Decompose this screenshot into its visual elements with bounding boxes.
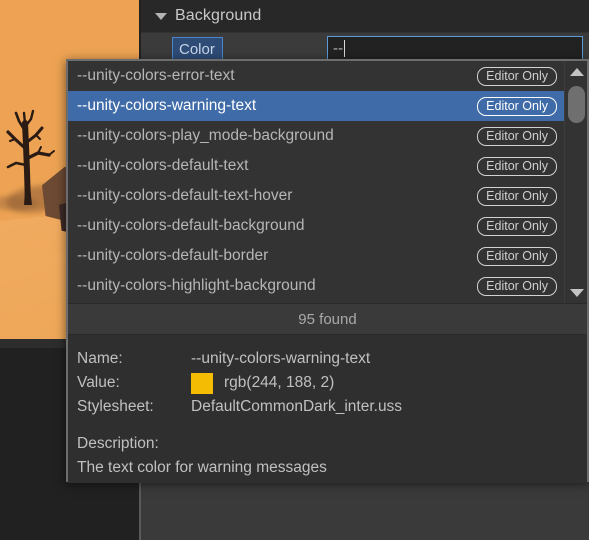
text-caret [344, 40, 345, 57]
list-item-label: --unity-colors-play_mode-background [77, 127, 334, 144]
color-swatch-icon [191, 372, 213, 394]
list-item[interactable]: --unity-colors-error-text Editor Only [68, 61, 564, 91]
color-variable-input-text: -- [333, 40, 343, 57]
detail-description-value: The text color for warning messages [77, 459, 327, 476]
list-item-label: --unity-colors-default-text-hover [77, 187, 293, 204]
background-foldout-label: Background [175, 7, 262, 24]
list-item[interactable]: --unity-colors-default-text-hover Editor… [68, 181, 564, 211]
scroll-up-button[interactable] [565, 63, 587, 80]
detail-row-name: Name: --unity-colors-warning-text [77, 347, 587, 371]
detail-value-wrapper: rgb(244, 188, 2) [191, 372, 335, 394]
color-variable-input[interactable]: -- [327, 36, 583, 61]
scene-dead-tree [2, 105, 60, 205]
detail-name-key: Name: [77, 350, 123, 367]
list-item-label: --unity-colors-default-background [77, 217, 305, 234]
variable-list-scrollbar[interactable] [564, 61, 587, 303]
editor-only-badge: Editor Only [477, 216, 557, 236]
results-count-bar: 95 found [68, 303, 587, 335]
variable-list-scroll: --unity-colors-error-text Editor Only --… [68, 61, 564, 303]
results-count-label: 95 found [298, 310, 357, 328]
chevron-down-icon[interactable] [155, 12, 167, 20]
editor-window: Background Color -- --unity-colors-error… [0, 0, 589, 540]
detail-stylesheet-key: Stylesheet: [77, 398, 154, 415]
list-item[interactable]: --unity-colors-default-text Editor Only [68, 151, 564, 181]
variable-picker-popup[interactable]: --unity-colors-error-text Editor Only --… [66, 59, 589, 483]
list-item[interactable]: --unity-colors-warning-text Editor Only [68, 91, 564, 121]
list-item[interactable]: --unity-colors-default-border Editor Onl… [68, 241, 564, 271]
detail-value-text: rgb(244, 188, 2) [224, 374, 335, 391]
variable-list[interactable]: --unity-colors-error-text Editor Only --… [68, 61, 587, 303]
editor-only-badge: Editor Only [477, 156, 557, 176]
detail-row-stylesheet: Stylesheet: DefaultCommonDark_inter.uss [77, 395, 587, 419]
list-item-label: --unity-colors-error-text [77, 67, 235, 84]
scroll-down-button[interactable] [565, 284, 587, 301]
detail-row-value: Value: rgb(244, 188, 2) [77, 371, 587, 395]
editor-only-badge: Editor Only [477, 276, 557, 296]
triangle-up-icon [569, 67, 584, 76]
list-item-label: --unity-colors-default-text [77, 157, 249, 174]
list-item[interactable]: --unity-colors-play_mode-background Edit… [68, 121, 564, 151]
list-item-label: --unity-colors-warning-text [77, 97, 257, 114]
inspector-background-section: Background Color -- [141, 0, 589, 64]
triangle-down-icon [569, 288, 584, 297]
editor-only-badge: Editor Only [477, 96, 557, 116]
editor-only-badge: Editor Only [477, 126, 557, 146]
detail-name-value: --unity-colors-warning-text [191, 350, 371, 367]
editor-only-badge: Editor Only [477, 186, 557, 206]
list-item-label: --unity-colors-highlight-background [77, 277, 316, 294]
detail-stylesheet-value: DefaultCommonDark_inter.uss [191, 398, 403, 415]
list-item[interactable]: --unity-colors-default-background Editor… [68, 211, 564, 241]
variable-details-panel: Name: --unity-colors-warning-text Value:… [68, 335, 587, 483]
detail-spacer [77, 419, 587, 435]
scrollbar-thumb[interactable] [568, 86, 585, 123]
editor-only-badge: Editor Only [477, 246, 557, 266]
background-foldout-header[interactable]: Background [141, 0, 589, 33]
list-item-label: --unity-colors-default-border [77, 247, 269, 264]
detail-description-key: Description: [77, 435, 159, 452]
list-item[interactable]: --unity-colors-highlight-background Edit… [68, 271, 564, 301]
color-property-label[interactable]: Color [172, 37, 223, 61]
editor-only-badge: Editor Only [477, 66, 557, 86]
detail-value-key: Value: [77, 374, 120, 391]
bottom-right-panel [141, 482, 589, 540]
